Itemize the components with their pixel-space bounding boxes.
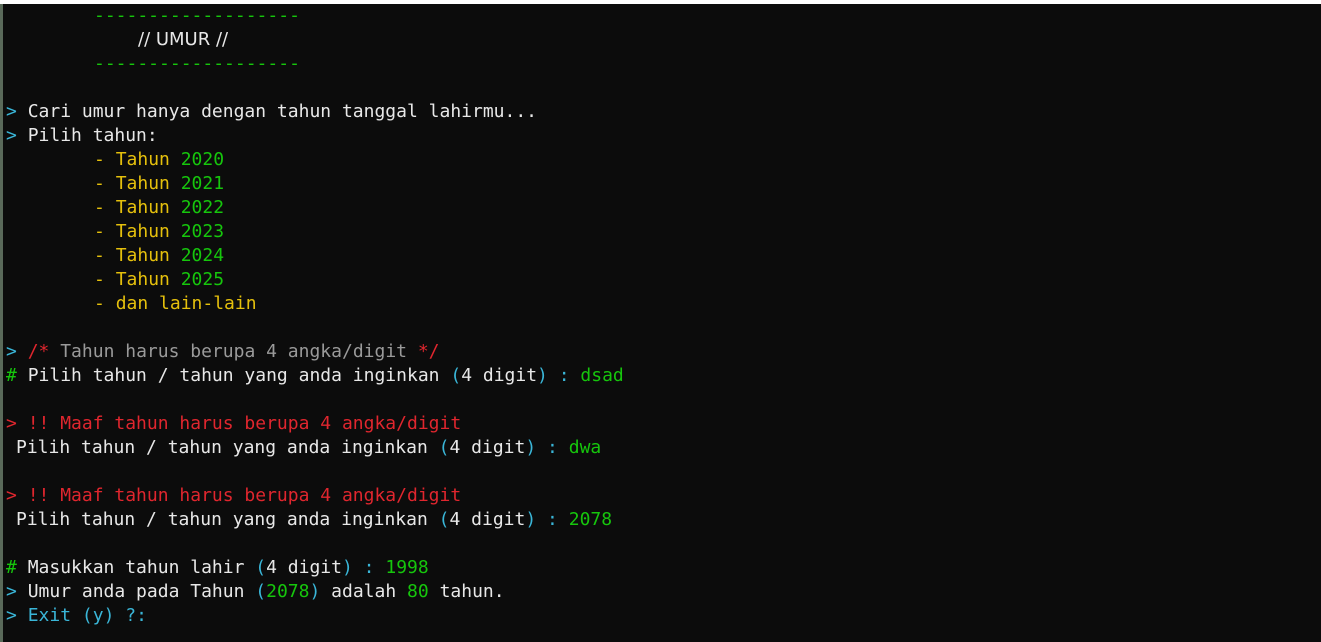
year-option: - Tahun 2024 [94, 245, 225, 266]
input-prompt-line[interactable]: Pilih tahun / tahun yang anda inginkan (… [16, 436, 601, 460]
intro-line: > Cari umur hanya dengan tahun tanggal l… [6, 101, 538, 122]
error-line: > !! Maaf tahun harus berupa 4 angka/dig… [6, 413, 462, 434]
error-line: > !! Maaf tahun harus berupa 4 angka/dig… [6, 485, 462, 506]
year-option: - Tahun 2025 [94, 269, 225, 290]
birth-year-value: 1998 [385, 557, 429, 578]
input-value: dsad [580, 365, 624, 386]
year-option: - Tahun 2023 [94, 221, 225, 242]
choose-year-line: > Pilih tahun: [6, 125, 158, 146]
banner-title: // UMUR // [138, 29, 229, 50]
year-option: - Tahun 2021 [94, 173, 225, 194]
terminal-window[interactable]: ------------------- // UMUR // ---------… [0, 0, 1321, 642]
birth-year-line[interactable]: # Masukkan tahun lahir (4 digit) : 1998 [6, 556, 429, 580]
input-value: dwa [568, 437, 602, 458]
banner-bottom-rule: ------------------- [94, 53, 300, 74]
banner-top-rule: ------------------- [94, 5, 300, 26]
input-prompt-line[interactable]: Pilih tahun / tahun yang anda inginkan (… [16, 508, 612, 532]
year-option: - Tahun 2022 [94, 197, 225, 218]
year-option: - Tahun 2020 [94, 149, 225, 170]
result-line: > Umur anda pada Tahun (2078) adalah 80 … [6, 581, 505, 602]
year-option-others: - dan lain-lain [94, 293, 257, 314]
comment-line: > /* Tahun harus berupa 4 angka/digit */ [6, 341, 440, 362]
input-value: 2078 [568, 509, 613, 530]
window-left-edge [0, 4, 3, 642]
input-prompt-line[interactable]: # Pilih tahun / tahun yang anda inginkan… [6, 364, 624, 388]
exit-prompt-line[interactable]: > Exit (y) ?: [6, 604, 147, 628]
